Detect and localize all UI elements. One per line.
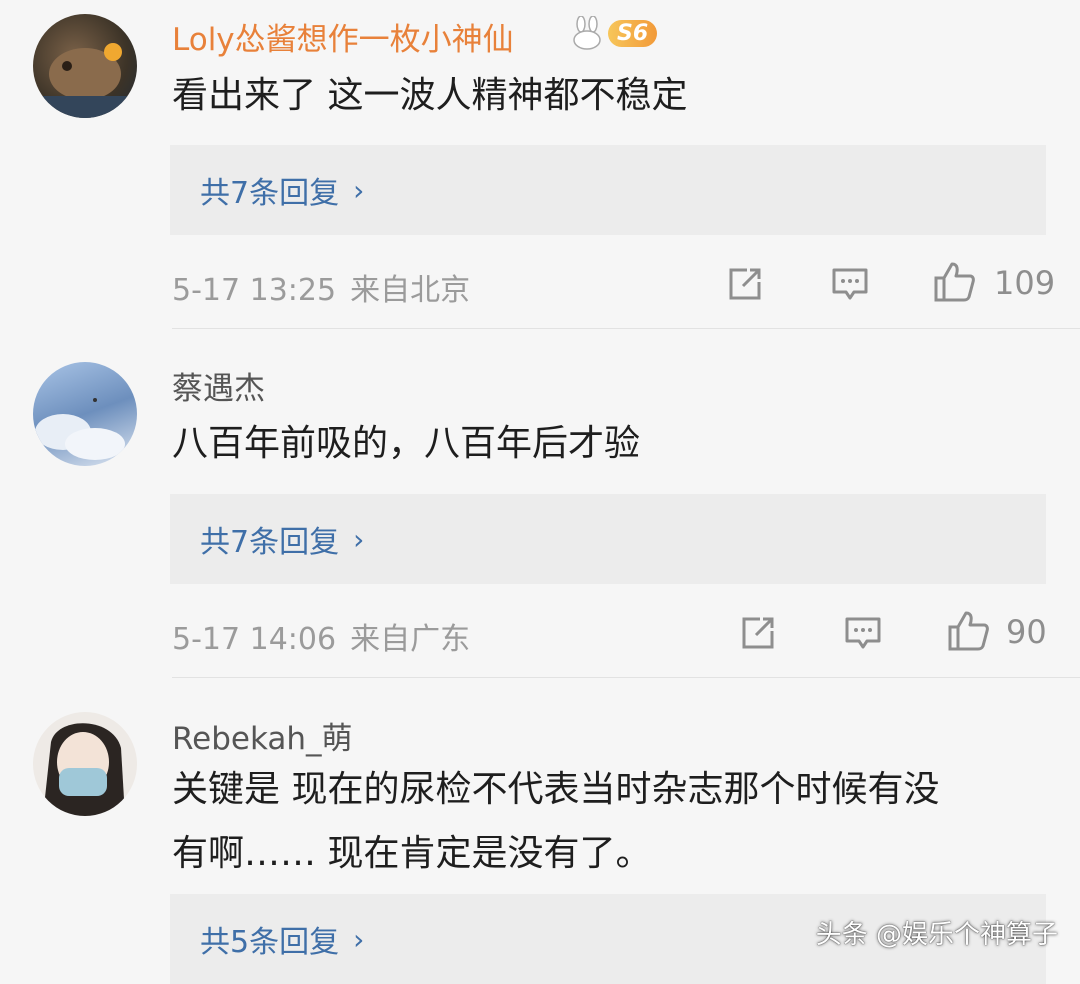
comment-time: 5-17 13:25 [172,273,337,308]
comment-item: 蔡遇杰 八百年前吸的，八百年后才验 共7条回复 › 5-17 14:06 来自广东… [0,330,1080,680]
view-replies-link[interactable]: 共7条回复 › [200,494,364,584]
share-icon[interactable] [738,613,778,653]
comment-location: 来自北京 [350,273,471,308]
comment-text: 八百年前吸的，八百年后才验 [172,423,641,464]
reply-count-label: 共7条回复 [200,176,340,211]
reply-count-label: 共7条回复 [200,525,340,560]
view-replies-link[interactable]: 共5条回复 › [200,894,364,984]
divider [172,328,1080,329]
username[interactable]: Loly怂酱想作一枚小神仙 [172,14,514,59]
chevron-right-icon: › [353,522,365,556]
like-icon[interactable] [946,609,990,653]
comment-text-line: 有啊…… 现在肯定是没有了。 [172,833,652,874]
bunny-icon [573,16,601,50]
avatar[interactable] [33,362,137,466]
like-count: 109 [994,264,1056,302]
reply-box: 共7条回复 › [170,494,1046,584]
like-icon[interactable] [932,260,976,304]
level-badge: S6 [608,19,658,47]
username[interactable]: 蔡遇杰 [172,363,265,408]
avatar[interactable] [33,712,137,816]
comment-icon[interactable] [843,613,883,653]
reply-count-label: 共5条回复 [200,925,340,960]
comment-time: 5-17 14:06 [172,622,337,657]
divider [172,677,1080,678]
avatar-image [43,723,125,816]
like-count: 90 [1006,613,1047,651]
view-replies-link[interactable]: 共7条回复 › [200,145,364,235]
avatar[interactable] [33,14,137,118]
comment-location: 来自广东 [350,622,471,657]
comment-meta: 5-17 14:06 来自广东 [172,614,470,658]
comment-text-line: 关键是 现在的尿检不代表当时杂志那个时候有没 [172,769,940,810]
comment-text: 关键是 现在的尿检不代表当时杂志那个时候有没 有啊…… 现在肯定是没有了。 [172,758,1052,886]
comment-text: 看出来了 这一波人精神都不稳定 [172,75,688,116]
user-badge: S6 [570,16,658,50]
username[interactable]: Rebekah_萌 [172,713,353,758]
avatar-image [35,398,125,460]
comment-item: Loly怂酱想作一枚小神仙 S6 看出来了 这一波人精神都不稳定 共7条回复 ›… [0,0,1080,330]
comment-icon[interactable] [830,264,870,304]
watermark: 头条 @娱乐个神算子 [815,920,1058,950]
chevron-right-icon: › [353,173,365,207]
avatar-image [33,43,137,118]
comment-meta: 5-17 13:25 来自北京 [172,265,470,309]
reply-box: 共7条回复 › [170,145,1046,235]
share-icon[interactable] [725,264,765,304]
chevron-right-icon: › [353,922,365,956]
